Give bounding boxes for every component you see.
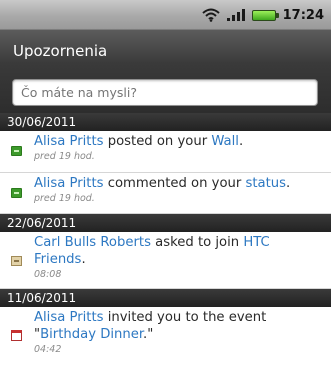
target-link[interactable]: Wall [211,134,239,149]
notification-time: pred 19 hod. [34,193,95,204]
actor-link[interactable]: Alisa Pritts [34,310,104,325]
notification-time: 04:42 [34,344,62,355]
notification-item[interactable]: Alisa Pritts posted on your Wall. pred 1… [0,131,331,173]
wall-post-icon [11,146,22,156]
actor-link[interactable]: Alisa Pritts [34,134,104,149]
battery-icon [251,9,279,21]
status-bar: 17:24 [0,0,331,30]
clock: 17:24 [282,7,324,23]
notification-suffix: . [81,252,86,267]
notification-item[interactable]: Alisa Pritts commented on your status. p… [0,173,331,214]
date-header: 11/06/2011 [0,289,331,307]
notification-text: Alisa Pritts invited you to the event "B… [34,309,321,343]
notification-suffix: . [238,134,244,149]
notification-verb: commented on your [103,176,246,191]
comment-icon [11,188,22,198]
notification-verb: asked to join [150,235,244,250]
notification-time: 08:08 [34,269,62,280]
target-link[interactable]: Birthday Dinner [40,327,143,342]
status-input[interactable] [12,79,318,106]
signal-icon [226,9,245,21]
page-title: Upozornenia [13,42,108,60]
target-link[interactable]: status [246,176,287,191]
notification-suffix: . [286,176,291,191]
notification-item[interactable]: Alisa Pritts invited you to the event "B… [0,307,331,367]
wifi-icon [201,8,220,22]
notification-text: Alisa Pritts commented on your status. [34,175,321,192]
actor-link[interactable]: Alisa Pritts [34,176,104,191]
date-header: 30/06/2011 [0,113,331,131]
friend-request-icon [11,256,22,266]
notification-verb: posted on your [103,134,212,149]
notification-text: Alisa Pritts posted on your Wall. [34,133,321,150]
event-invite-icon [11,330,22,341]
notifications-header: Upozornenia [0,30,331,113]
notification-time: pred 19 hod. [34,151,95,162]
notifications-list: 30/06/2011 Alisa Pritts posted on your W… [0,113,331,379]
notification-item[interactable]: Carl Bulls Roberts asked to join HTC Fri… [0,232,331,289]
status-icons: 17:24 [201,6,324,24]
notification-text: Carl Bulls Roberts asked to join HTC Fri… [34,234,321,268]
date-header: 22/06/2011 [0,214,331,232]
actor-link[interactable]: Carl Bulls Roberts [34,235,151,250]
notification-suffix: ." [143,327,154,342]
